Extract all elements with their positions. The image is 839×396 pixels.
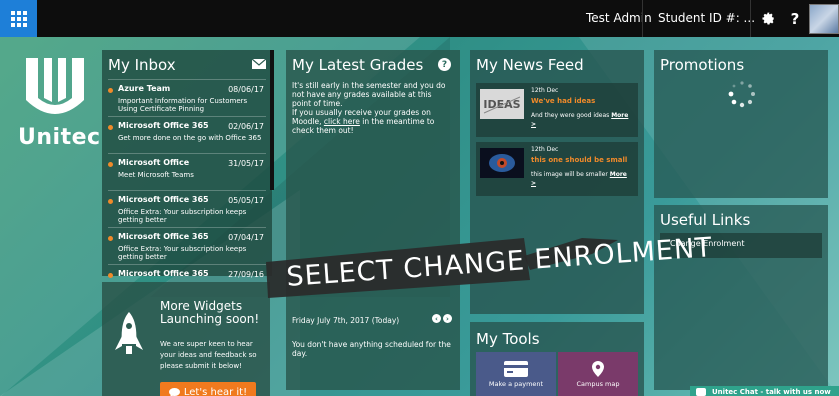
inbox-scrollbar[interactable] (270, 50, 274, 190)
news-desc: And they were good ideas More > (531, 111, 635, 129)
email-date: 05/05/17 (228, 196, 264, 205)
map-pin-icon (592, 360, 604, 377)
grades-text: It's still early in the semester and you… (292, 81, 452, 135)
grades-tile: My Latest Grades ? It's still early in t… (286, 50, 460, 390)
tile-title: Promotions (660, 56, 745, 74)
calendar-date: Friday July 7th, 2017 (Today) (292, 316, 400, 325)
student-id: Student ID #: ... (658, 11, 756, 25)
news-desc-text: this image will be smaller (531, 171, 610, 178)
news-item[interactable]: 12th Dec this one should be small this i… (476, 142, 638, 196)
tile-title: My Inbox (108, 56, 176, 74)
email-sender: Microsoft Office 365 (118, 195, 209, 204)
help-icon[interactable]: ? (438, 58, 451, 71)
news-more-arrow[interactable]: > (531, 180, 536, 187)
grid-icon (10, 10, 27, 27)
grades-text-1: It's still early in the semester and you… (292, 81, 446, 108)
help-button[interactable]: ? (783, 0, 807, 37)
useful-links-tile: Useful Links Change Enrolment (654, 205, 828, 390)
loading-spinner-icon (728, 81, 755, 108)
unread-dot (108, 273, 113, 278)
chat-icon (696, 388, 706, 396)
news-desc: this image will be smaller More > (531, 170, 635, 188)
email-date: 02/06/17 (228, 122, 264, 131)
email-sender: Microsoft Office (118, 158, 190, 167)
calendar-empty-text: You don't have anything scheduled for th… (292, 340, 451, 358)
email-subject: Office Extra: Your subscription keeps ge… (118, 208, 247, 224)
news-item[interactable]: IDEAS 12th Dec We've had ideas And they … (476, 83, 638, 137)
tile-title: Useful Links (660, 211, 751, 229)
email-subject: Office Extra: Your subscription keeps ge… (118, 245, 247, 261)
prev-icon[interactable]: ‹ (432, 314, 441, 323)
settings-button[interactable] (753, 0, 783, 37)
tools-tile: My Tools Make a payment Campus map (470, 322, 644, 396)
unread-dot (108, 236, 113, 241)
widgets-title: More Widgets Launching soon! (160, 299, 260, 326)
rocket-icon (115, 312, 143, 354)
unread-dot (108, 162, 113, 167)
inbox-item[interactable]: Microsoft Office 365 02/06/17 Get more d… (108, 116, 266, 153)
divider (750, 0, 751, 37)
unitec-logo (26, 58, 84, 114)
inbox-item[interactable]: Azure Team 08/06/17 Important Informatio… (108, 79, 266, 116)
tool-label: Make a payment (488, 379, 544, 388)
tool-label: Campus map (576, 379, 620, 388)
next-icon[interactable]: › (443, 314, 452, 323)
gear-icon (761, 12, 774, 25)
email-date: 08/06/17 (228, 85, 264, 94)
news-date: 12th Dec (531, 146, 559, 153)
widgets-tile: More Widgets Launching soon! We are supe… (102, 282, 270, 396)
inbox-item[interactable]: Microsoft Office 31/05/17 Meet Microsoft… (108, 153, 266, 190)
promotions-tile: Promotions (654, 50, 828, 198)
inbox-item[interactable]: Microsoft Office 365 05/05/17 Office Ext… (108, 190, 266, 227)
email-subject: Get more done on the go with Office 365 (118, 134, 262, 142)
email-subject: Important Information for Customers Usin… (118, 97, 248, 113)
grades-link[interactable]: click here (324, 117, 360, 126)
make-payment-button[interactable]: Make a payment (476, 352, 556, 396)
news-title: this one should be small (531, 156, 628, 164)
tile-title: My Latest Grades (292, 56, 424, 74)
unread-dot (108, 88, 113, 93)
news-more-link[interactable]: More (610, 171, 627, 178)
unread-dot (108, 125, 113, 130)
tile-title: My Tools (476, 330, 540, 348)
news-more-link[interactable]: More (611, 112, 628, 119)
credit-card-icon (504, 360, 528, 377)
news-date: 12th Dec (531, 87, 559, 94)
feedback-button-label: Let's hear it! (183, 386, 248, 396)
chat-bubble-icon (168, 387, 180, 396)
news-title: We've had ideas (531, 97, 596, 105)
inbox-list: Azure Team 08/06/17 Important Informatio… (108, 79, 266, 278)
email-sender: Azure Team (118, 84, 171, 93)
inbox-item[interactable]: Microsoft Office 365 27/09/16 (108, 264, 266, 278)
news-thumbnail (480, 148, 524, 178)
app-launcher-button[interactable] (0, 0, 37, 37)
mail-icon[interactable] (252, 59, 266, 69)
calendar-nav: ‹ › (432, 314, 452, 323)
tile-title: My News Feed (476, 56, 584, 74)
email-sender: Microsoft Office 365 (118, 269, 209, 278)
unread-dot (108, 199, 113, 204)
widgets-text: We are super keen to hear your ideas and… (160, 340, 257, 370)
inbox-tile: My Inbox Azure Team 08/06/17 Important I… (102, 50, 272, 278)
chat-bar[interactable]: Unitec Chat - talk with us now (690, 386, 839, 396)
email-subject: Meet Microsoft Teams (118, 171, 194, 179)
avatar[interactable] (809, 4, 839, 34)
email-date: 07/04/17 (228, 233, 264, 242)
email-sender: Microsoft Office 365 (118, 232, 209, 241)
inbox-item[interactable]: Microsoft Office 365 07/04/17 Office Ext… (108, 227, 266, 264)
logo-text: Unitec (18, 125, 101, 150)
email-date: 27/09/16 (228, 270, 264, 278)
divider (642, 0, 643, 37)
question-icon: ? (790, 9, 800, 28)
campus-map-button[interactable]: Campus map (558, 352, 638, 396)
news-desc-text: And they were good ideas (531, 112, 612, 119)
news-more-arrow[interactable]: > (531, 121, 536, 128)
email-date: 31/05/17 (228, 159, 264, 168)
email-sender: Microsoft Office 365 (118, 121, 209, 130)
feedback-button[interactable]: Let's hear it! (160, 382, 256, 396)
news-thumbnail: IDEAS (480, 89, 524, 119)
